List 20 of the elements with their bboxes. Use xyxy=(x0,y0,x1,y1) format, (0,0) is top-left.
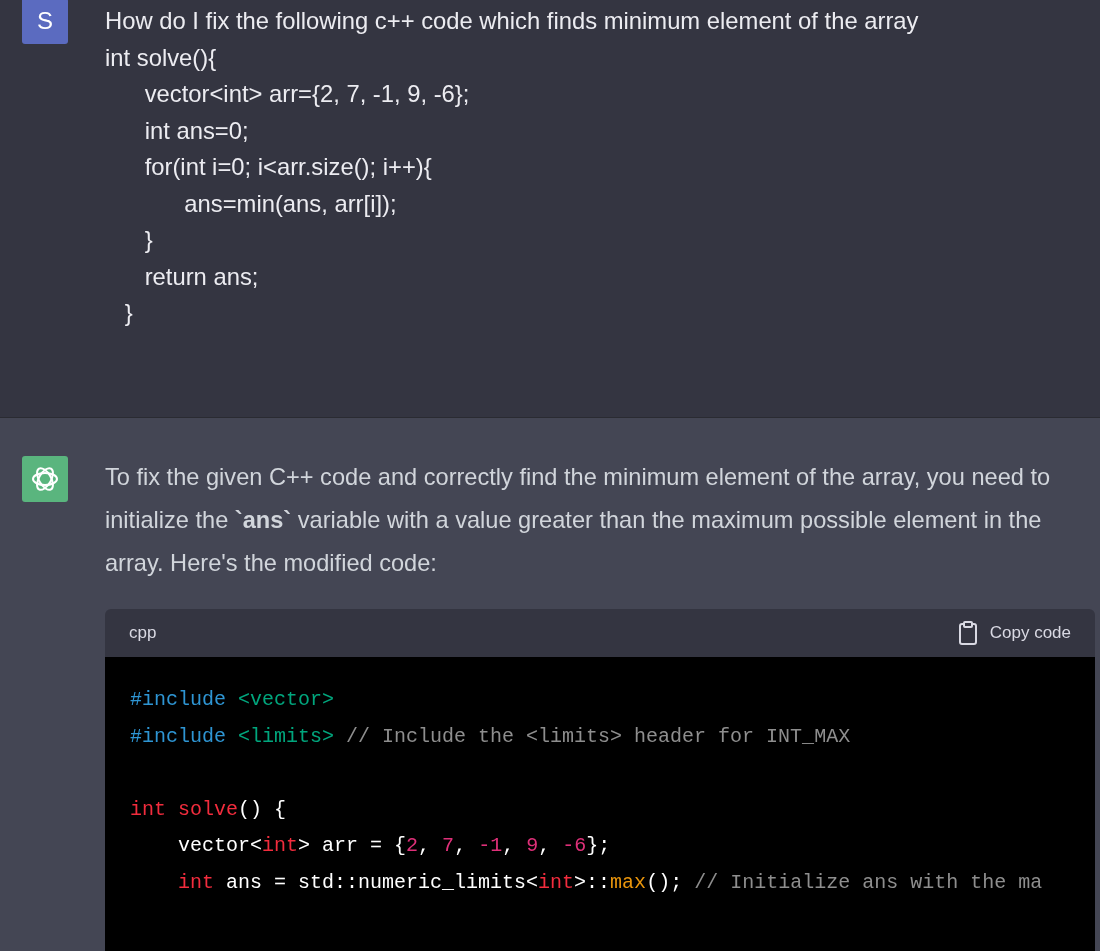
copy-code-button[interactable]: Copy code xyxy=(957,621,1071,645)
message-line: for(int i=0; i<arr.size(); i++){ xyxy=(143,152,432,182)
message-line: int ans=0; xyxy=(143,115,249,146)
user-avatar: S xyxy=(22,0,68,44)
assistant-logo-icon xyxy=(22,456,68,502)
message-line: } xyxy=(123,298,133,328)
message-line: How do I fix the following c++ code which finds minimum element of the array xyxy=(105,6,919,36)
message-line: vector<int> arr={2, 7, -1, 9, -6}; xyxy=(143,79,470,109)
message-line: ans=min(ans, arr[i]); xyxy=(183,188,397,219)
message-line: } xyxy=(143,225,153,255)
code-line: vector<int> arr = {2, 7, -1, 9, -6}; xyxy=(177,833,611,859)
message-line: int solve(){ xyxy=(105,42,217,73)
code-line: #include <limits> // Include the <limits> header for INT_MAX xyxy=(130,723,851,750)
clipboard-icon xyxy=(957,621,978,645)
message-line: return ans; xyxy=(143,261,259,292)
answer-paragraph: To fix the given C++ code and correctly find the minimum element of the array, you need to initialize the `ans` variable with a value greater than the maximum possible element in the array. Here's the modified code: xyxy=(105,463,1052,578)
code-line: int solve() { xyxy=(130,796,287,823)
code-language-label: cpp xyxy=(129,623,157,643)
code-line: int ans = std::numeric_limits<int>::max(); // Initialize ans with the ma xyxy=(177,869,1043,896)
code-line: #include <vector> xyxy=(130,687,335,713)
